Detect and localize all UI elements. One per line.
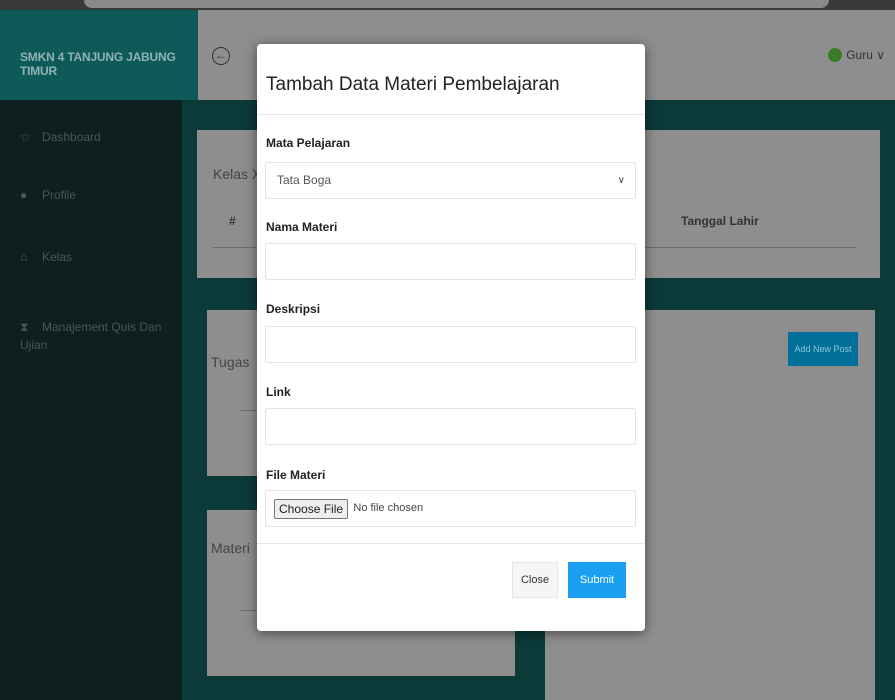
card-title: Tugas [211,354,250,370]
sidebar: ☆ Dashboard ● Profile ⌂ Kelas ⧗ Manajement Q… [0,100,182,700]
sidebar-item-label: Kelas [42,250,73,264]
chevron-down-icon: ∨ [617,175,625,186]
sidebar-item-dashboard[interactable]: ☆ Dashboard [20,130,101,144]
label-nama-materi: Nama Materi [266,220,338,234]
column-header-tanggal-lahir: Tanggal Lahir [681,214,759,228]
sidebar-item-quis[interactable]: ⧗ Manajement Quis Dan Ujian [20,318,170,354]
user-icon: ● [20,188,28,202]
label-link: Link [266,385,291,399]
deskripsi-input[interactable] [265,326,636,363]
label-mata-pelajaran: Mata Pelajaran [266,136,351,150]
hourglass-icon: ⧗ [20,320,29,334]
arrow-left-circle-icon[interactable]: ← [212,47,230,65]
address-bar[interactable] [84,0,829,8]
star-icon: ☆ [20,130,31,144]
select-value: Tata Boga [277,173,332,187]
user-menu[interactable]: Guru ∨ [828,48,885,62]
sidebar-item-label: Dashboard [42,130,101,144]
label-deskripsi: Deskripsi [266,302,321,316]
mata-pelajaran-select[interactable]: Tata Boga ∨ [265,162,636,199]
modal-header-divider [257,114,645,115]
sidebar-item-kelas[interactable]: ⌂ Kelas [20,250,72,264]
label-file-materi: File Materi [266,468,326,482]
modal-footer-divider [257,543,645,544]
card-title: Materi [211,540,250,556]
modal-dialog: Tambah Data Materi Pembelajaran Mata Pel… [257,44,645,631]
globe-icon [828,48,843,62]
user-label: Guru ∨ [846,48,885,62]
nama-materi-input[interactable] [265,243,636,280]
sidebar-item-profile[interactable]: ● Profile [20,188,76,202]
brand-title[interactable]: SMKN 4 TANJUNG JABUNG TIMUR [20,50,198,78]
close-button[interactable]: Close [512,562,558,598]
sidebar-item-label: Manajement Quis Dan Ujian [20,320,162,352]
sidebar-item-label: Profile [42,188,77,202]
card-title: Kelas X [213,166,262,182]
link-input[interactable] [265,408,636,445]
file-status: No file chosen [353,502,424,515]
brand-area: SMKN 4 TANJUNG JABUNG TIMUR [0,10,198,100]
choose-file-button[interactable]: Choose File [274,498,349,519]
add-new-post-button[interactable]: Add New Post [788,332,858,366]
submit-button[interactable]: Submit [568,562,626,598]
column-header-number: # [229,214,236,228]
home-icon: ⌂ [20,250,28,264]
modal-title: Tambah Data Materi Pembelajaran [266,74,560,95]
browser-chrome [0,0,895,10]
file-materi-field: Choose File No file chosen [265,490,636,527]
